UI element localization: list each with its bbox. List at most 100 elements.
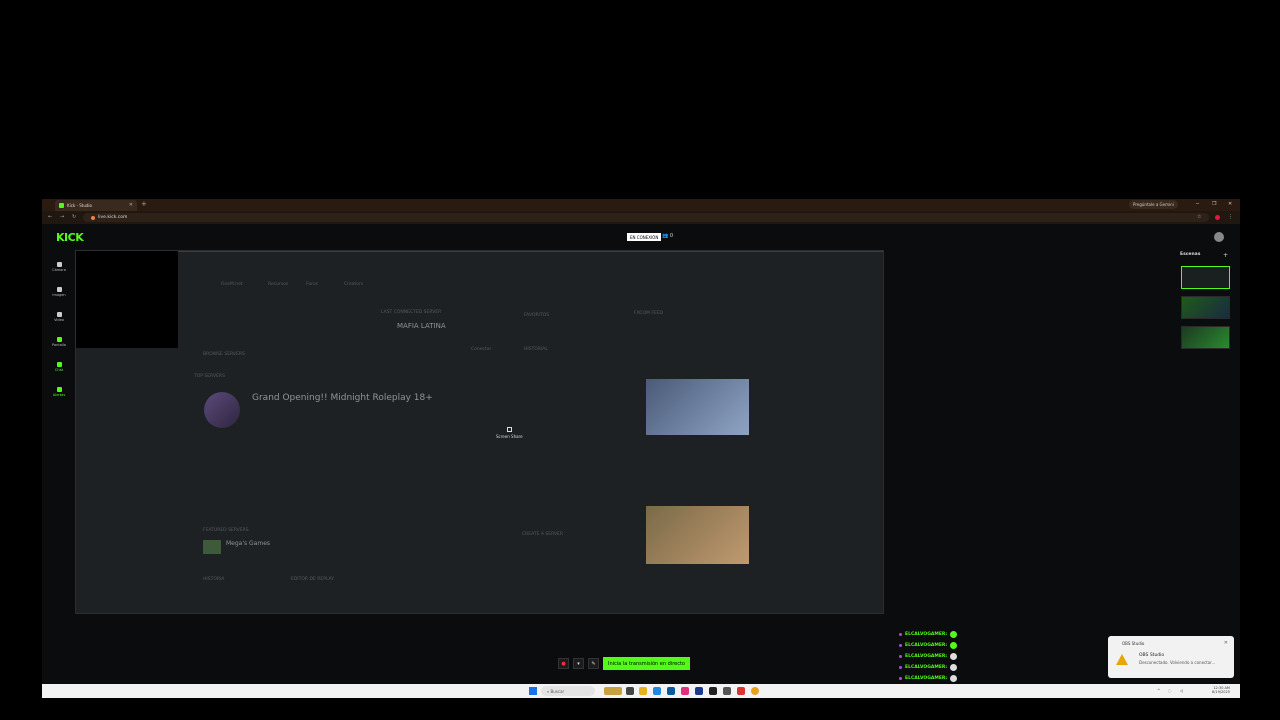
tab-kick-studio[interactable]: Kick - Studio ✕: [55, 200, 137, 211]
taskbar-search[interactable]: ⌕ Buscar: [541, 686, 595, 696]
sidebar-item-screen[interactable]: Pantalla: [50, 329, 68, 354]
chat-username: ELCALVOGAMER:: [905, 654, 948, 659]
history-label: HISTORIAL: [524, 347, 548, 352]
sidebar-item-label: Video: [54, 317, 64, 322]
history-tab-label: HISTORIA: [203, 577, 225, 582]
extension-icon[interactable]: [1215, 215, 1220, 220]
kick-logo[interactable]: KICK: [56, 231, 84, 244]
toast-message: Desconectado. Volviendo a conectar...: [1139, 660, 1216, 665]
clock[interactable]: 12:30 AM 8/19/2025: [1212, 686, 1230, 694]
stream-controls: ● ▾ ✎ Inicia la transmisión en directo: [558, 657, 690, 670]
chevron-up-icon[interactable]: ^: [1157, 688, 1160, 693]
sidebar-item-video[interactable]: Video: [50, 304, 68, 329]
fivem-nav-item: FiveM.net: [221, 282, 243, 287]
feed-image: [646, 506, 749, 564]
store-icon[interactable]: [667, 687, 675, 695]
url-text: live.kick.com: [98, 215, 128, 220]
sidebar-item-image[interactable]: Imagen: [50, 279, 68, 304]
alert-icon: [56, 386, 62, 392]
screen-share-source[interactable]: [178, 251, 883, 613]
windows-taskbar: ⌕ Buscar ^ ◌ ◁ 12:30 AM 8/19/2025: [42, 684, 1240, 698]
chat-message: ELCALVOGAMER:: [899, 651, 969, 662]
task-view-icon[interactable]: [626, 687, 634, 695]
obs-notification[interactable]: OBS Studio ✕ OBS Studio Desconectado. Vo…: [1108, 636, 1234, 678]
sidebar-item-chat[interactable]: Chat: [50, 354, 68, 379]
emote-icon: [950, 631, 958, 638]
chat-username: ELCALVOGAMER:: [905, 632, 948, 637]
stream-preview-canvas[interactable]: FiveM.net Recursos Foros Creators LAST C…: [75, 250, 884, 614]
screen-icon: [56, 336, 62, 342]
viewer-count: 👥 0: [662, 233, 674, 239]
chat-message: ELCALVOGAMER:: [899, 640, 969, 651]
feed-label: FXCOM FEED: [634, 311, 664, 316]
weather-widget-icon[interactable]: [604, 687, 622, 695]
start-stream-button[interactable]: Inicia la transmisión en directo: [603, 657, 690, 670]
taskbar-search-text: Buscar: [550, 688, 565, 694]
file-explorer-icon[interactable]: [639, 687, 647, 695]
chat-icon: [56, 361, 62, 367]
fivem-nav-item: Creators: [344, 282, 364, 287]
mega-games-label: Mega's Games: [226, 540, 271, 547]
tab-close-icon[interactable]: ✕: [129, 202, 133, 208]
source-sidebar: Cámara Imagen Video Pantalla Chat Alerta…: [50, 254, 68, 404]
app-icon[interactable]: [681, 687, 689, 695]
last-server-label: LAST CONNECTED SERVER: [381, 310, 442, 315]
new-tab-icon[interactable]: +: [141, 200, 147, 208]
gemini-button[interactable]: Pregúntale a Gemini: [1129, 200, 1178, 209]
windows-start-icon[interactable]: [529, 687, 537, 695]
reload-icon[interactable]: ↻: [72, 214, 76, 220]
scene-thumbnail[interactable]: [1181, 296, 1230, 319]
chrome-icon[interactable]: [751, 687, 759, 695]
close-icon[interactable]: ✕: [1224, 640, 1228, 646]
chat-overlay: ELCALVOGAMER: ELCALVOGAMER: ELCALVOGAMER…: [899, 629, 969, 684]
replay-editor-label: EDITOR DE REPLAY: [291, 577, 334, 582]
bookmark-star-icon[interactable]: ☆: [1197, 214, 1201, 220]
emote-icon: [950, 675, 958, 682]
scene-thumbnail[interactable]: [1181, 326, 1230, 349]
scenes-panel: Escenas +: [1180, 252, 1232, 349]
sidebar-item-label: Imagen: [52, 292, 66, 297]
steam-icon[interactable]: [695, 687, 703, 695]
viewer-count-value: 0: [669, 233, 674, 239]
mic-muted-icon[interactable]: ●: [558, 658, 569, 669]
url-input[interactable]: live.kick.com: [83, 213, 1209, 222]
video-icon: [56, 311, 62, 317]
site-info-icon[interactable]: [91, 215, 95, 220]
chat-message: ELCALVOGAMER:: [899, 673, 969, 684]
app-icon[interactable]: [737, 687, 745, 695]
gemini-label: Pregúntale a Gemini: [1133, 202, 1174, 207]
edge-icon[interactable]: [653, 687, 661, 695]
forward-icon[interactable]: →: [60, 214, 64, 220]
scene-thumbnail[interactable]: [1181, 266, 1230, 289]
minimize-icon[interactable]: ─: [1196, 201, 1199, 207]
avatar[interactable]: [1214, 232, 1224, 242]
obs-icon[interactable]: [723, 687, 731, 695]
edit-icon[interactable]: ✎: [588, 658, 599, 669]
toast-app-name: OBS Studio: [1122, 641, 1145, 646]
warning-icon: [1116, 654, 1128, 665]
connection-badge: EN CONEXIÓN: [627, 233, 662, 241]
add-scene-icon[interactable]: +: [1223, 252, 1228, 259]
terminal-icon[interactable]: [709, 687, 717, 695]
camera-placeholder[interactable]: [76, 251, 178, 348]
sidebar-item-alerts[interactable]: Alertas: [50, 379, 68, 404]
tab-title: Kick - Studio: [67, 203, 92, 208]
top-servers-label: TOP SERVERS: [194, 374, 225, 379]
start-stream-label: Inicia la transmisión en directo: [608, 660, 685, 667]
screen-share-text: Screen Share: [496, 434, 523, 439]
close-icon[interactable]: ✕: [1228, 201, 1232, 207]
server-thumbnail: [203, 540, 221, 554]
volume-icon[interactable]: ◁: [1180, 688, 1183, 693]
chevron-down-icon[interactable]: ▾: [573, 658, 584, 669]
user-badge-icon: [899, 666, 902, 669]
back-icon[interactable]: ←: [48, 214, 52, 220]
restore-icon[interactable]: ❐: [1212, 201, 1216, 207]
sidebar-item-camera[interactable]: Cámara: [50, 254, 68, 279]
chat-username: ELCALVOGAMER:: [905, 665, 948, 670]
create-server-label: CREATE A SERVER: [522, 532, 564, 537]
emote-icon: [950, 642, 958, 649]
network-icon[interactable]: ◌: [1168, 688, 1172, 693]
browser-menu-icon[interactable]: ⋮: [1228, 214, 1233, 220]
browser-window: Kick - Studio ✕ + Pregúntale a Gemini ─ …: [42, 199, 1240, 684]
server-thumbnail: [204, 392, 240, 428]
